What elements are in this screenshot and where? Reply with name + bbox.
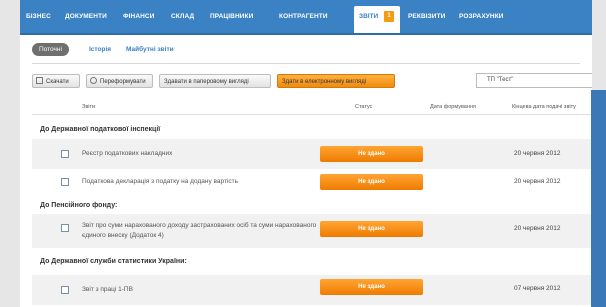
refresh-icon: [90, 77, 97, 84]
deadline-date: 20 червня 2012: [514, 225, 561, 232]
submit-electronic-button-label: Здати в електронному вигляді: [282, 79, 367, 85]
tab-upcoming[interactable]: Майбутні звіти: [126, 43, 174, 56]
top-navigation: БІЗНЕС ДОКУМЕНТИ ФІНАНСИ СКЛАД ПРАЦІВНИК…: [20, 0, 592, 35]
group-statistics-service: До Державної служби статистики України:: [40, 258, 187, 265]
group-tax-inspection: До Державної податкової інспекції: [40, 126, 161, 133]
download-button[interactable]: Скачати: [32, 74, 80, 88]
download-button-label: Скачати: [46, 79, 69, 85]
row-checkbox[interactable]: [61, 150, 69, 158]
status-button[interactable]: Не здано: [320, 279, 423, 295]
report-name[interactable]: Звіт з праці 1-ПВ: [82, 285, 133, 295]
nav-item-settlements[interactable]: РОЗРАХУНКИ: [459, 13, 504, 20]
column-header-status: Статус: [355, 104, 373, 110]
company-select[interactable]: ТП "Тест" ▾: [476, 73, 592, 88]
submit-electronic-button[interactable]: Здати в електронному вигляді: [277, 74, 395, 88]
nav-item-contractors[interactable]: КОНТРАГЕНТИ: [279, 13, 328, 20]
nav-item-warehouse[interactable]: СКЛАД: [171, 13, 194, 20]
row-checkbox[interactable]: [61, 178, 69, 186]
reports-count-badge: 1: [384, 11, 394, 22]
table-row: Податкова декларація з податку на додану…: [32, 167, 592, 197]
report-name[interactable]: Реєстр податкових накладних: [82, 149, 172, 159]
nav-item-business[interactable]: БІЗНЕС: [26, 13, 51, 20]
submit-paper-button[interactable]: Здавати в паперовому вигляді: [159, 74, 271, 88]
table-header: Звіти Статус Дата формування Кінцева дат…: [32, 100, 592, 115]
deadline-date: 20 червня 2012: [514, 150, 561, 157]
nav-item-employees[interactable]: ПРАЦІВНИКИ: [210, 13, 253, 20]
company-select-value: ТП "Тест": [487, 77, 514, 83]
row-checkbox[interactable]: [61, 224, 69, 232]
tab-history[interactable]: Історія: [89, 43, 111, 56]
column-header-deadline: Кінцева дата подачі звіту: [512, 104, 576, 110]
nav-item-reports[interactable]: ЗВІТИ 1: [354, 6, 400, 33]
deadline-date: 20 червня 2012: [514, 178, 561, 185]
column-header-date-formed: Дата формування: [430, 104, 476, 110]
submit-paper-button-label: Здавати в паперовому вигляді: [164, 79, 249, 85]
status-button[interactable]: Не здано: [320, 221, 423, 237]
deadline-date: 07 червня 2012: [514, 285, 561, 292]
regenerate-button-label: Переформувати: [100, 79, 146, 85]
column-header-reports: Звіти: [82, 104, 96, 110]
report-name[interactable]: Звіт про суми нарахованого доходу застра…: [82, 221, 317, 241]
app-frame: БІЗНЕС ДОКУМЕНТИ ФІНАНСИ СКЛАД ПРАЦІВНИК…: [20, 0, 592, 307]
status-button[interactable]: Не здано: [320, 146, 423, 162]
status-button[interactable]: Не здано: [320, 174, 423, 190]
nav-item-requisites[interactable]: РЕКВІЗИТИ: [408, 13, 445, 20]
download-icon: [36, 77, 43, 84]
side-scrollbar[interactable]: [591, 90, 606, 307]
nav-item-reports-label: ЗВІТИ: [359, 13, 379, 20]
nav-item-documents[interactable]: ДОКУМЕНТИ: [65, 13, 107, 20]
report-name[interactable]: Податкова декларація з податку на додану…: [82, 177, 238, 187]
nav-item-finance[interactable]: ФІНАНСИ: [123, 13, 155, 20]
group-pension-fund: До Пенсійного фонду:: [40, 202, 118, 209]
table-row: Звіт з праці 1-ПВ Не здано 07 червня 201…: [32, 275, 592, 305]
regenerate-button[interactable]: Переформувати: [86, 74, 153, 88]
table-row: Реєстр податкових накладних Не здано 20 …: [32, 139, 592, 169]
tab-current[interactable]: Поточні: [32, 43, 69, 56]
row-checkbox[interactable]: [61, 286, 69, 294]
divider: [32, 63, 580, 64]
table-row: Звіт про суми нарахованого доходу застра…: [32, 214, 592, 248]
